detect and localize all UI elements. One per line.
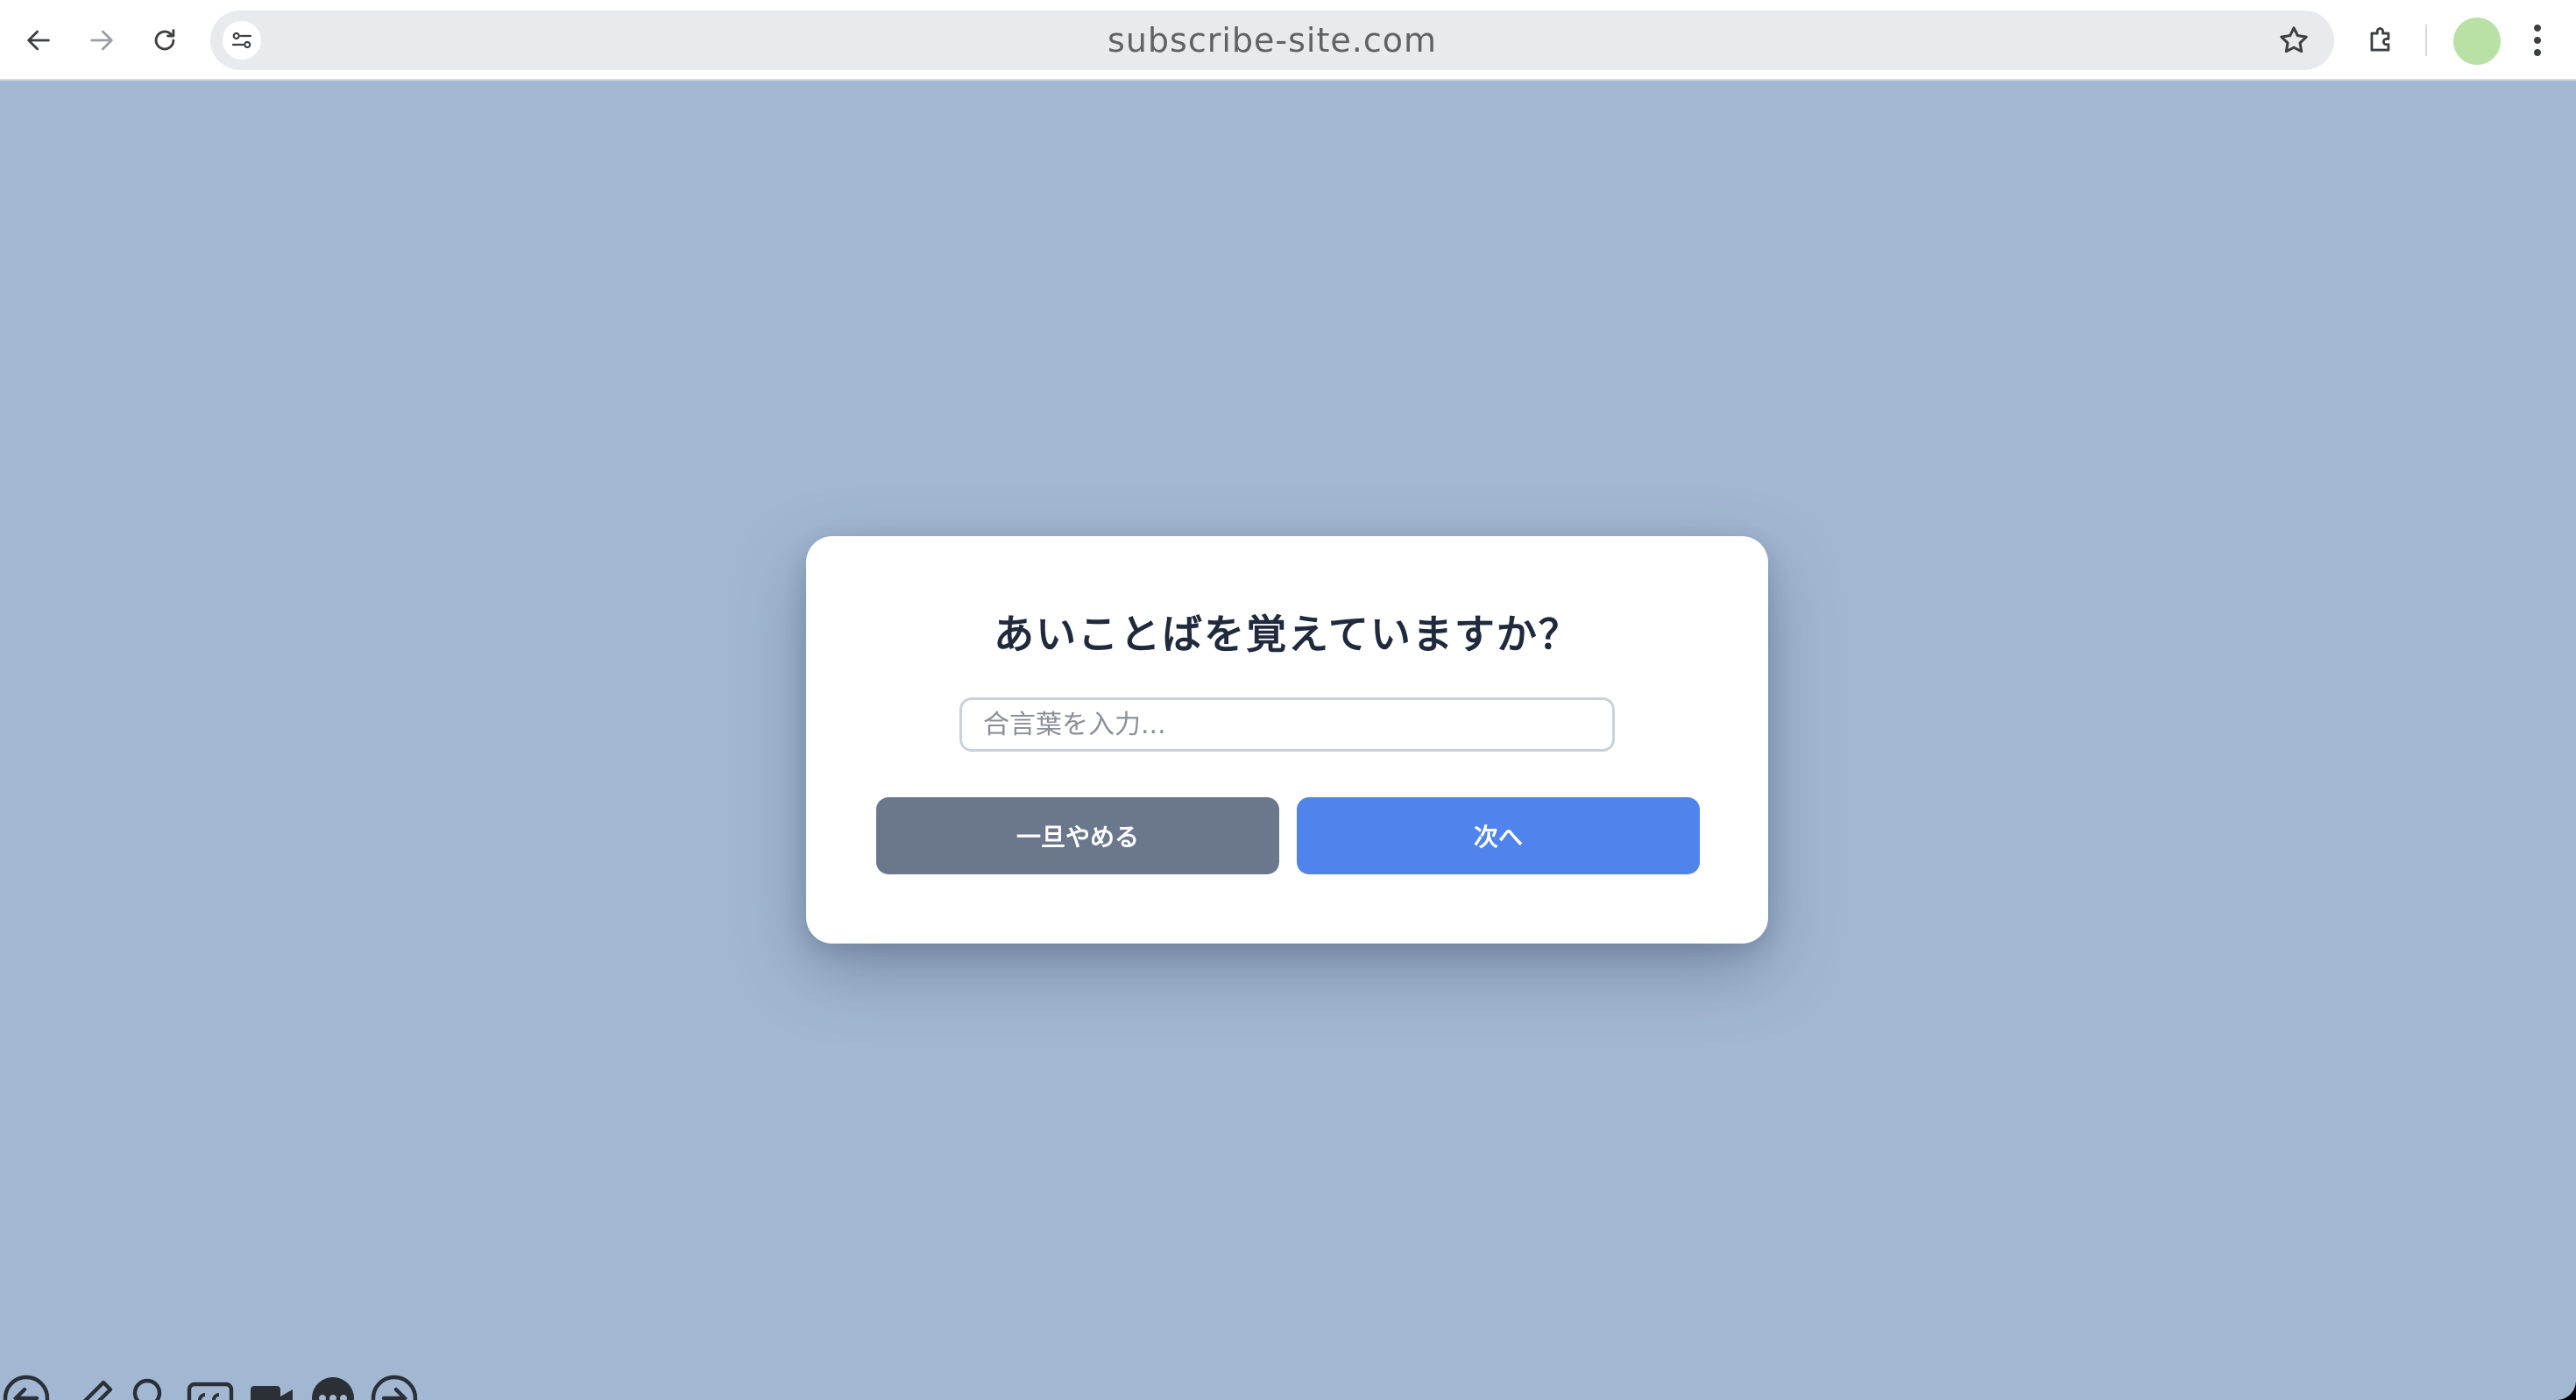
browser-toolbar: subscribe-site.com [0,0,2576,81]
forward-button[interactable] [77,16,126,65]
reload-button[interactable] [140,16,189,65]
tool-video[interactable] [247,1374,296,1400]
captions-icon [187,1382,234,1400]
address-bar[interactable]: subscribe-site.com [210,11,2334,70]
back-circle-icon [3,1375,50,1400]
forward-circle-icon [371,1375,418,1400]
tool-more[interactable] [308,1374,357,1400]
tool-pen[interactable] [70,1374,119,1400]
tool-captions[interactable] [186,1374,235,1400]
password-dialog: あいことばを覚えていますか？ 一旦やめる 次へ [806,536,1768,944]
reload-icon [154,29,175,51]
video-camera-icon [251,1386,293,1400]
star-icon[interactable] [2276,23,2311,58]
browser-window: subscribe-site.com あいことばを覚えていますか？ 一旦やめる … [0,0,2576,1400]
tool-forward[interactable] [370,1374,419,1400]
tool-back[interactable] [2,1374,51,1400]
back-button[interactable] [14,16,63,65]
pencil-icon [82,1380,113,1400]
magnifier-icon [132,1378,162,1400]
toolbar-divider [2425,25,2427,56]
url-text[interactable]: subscribe-site.com [210,11,2334,70]
browser-menu-button[interactable] [2520,18,2555,63]
dialog-title: あいことばを覚えていますか？ [994,611,1581,658]
tool-zoom[interactable] [124,1374,173,1400]
extensions-button[interactable] [2359,18,2404,63]
cancel-button[interactable]: 一旦やめる [876,797,1279,874]
passphrase-input[interactable] [959,697,1615,752]
forward-arrow-icon [90,30,113,51]
next-button[interactable]: 次へ [1297,797,1700,874]
kebab-menu-icon [2534,25,2541,56]
back-arrow-icon [27,30,50,51]
puzzle-icon [2370,27,2390,52]
more-circle-icon [312,1377,354,1400]
presentation-toolbar [0,1367,456,1400]
profile-avatar[interactable] [2453,18,2501,65]
